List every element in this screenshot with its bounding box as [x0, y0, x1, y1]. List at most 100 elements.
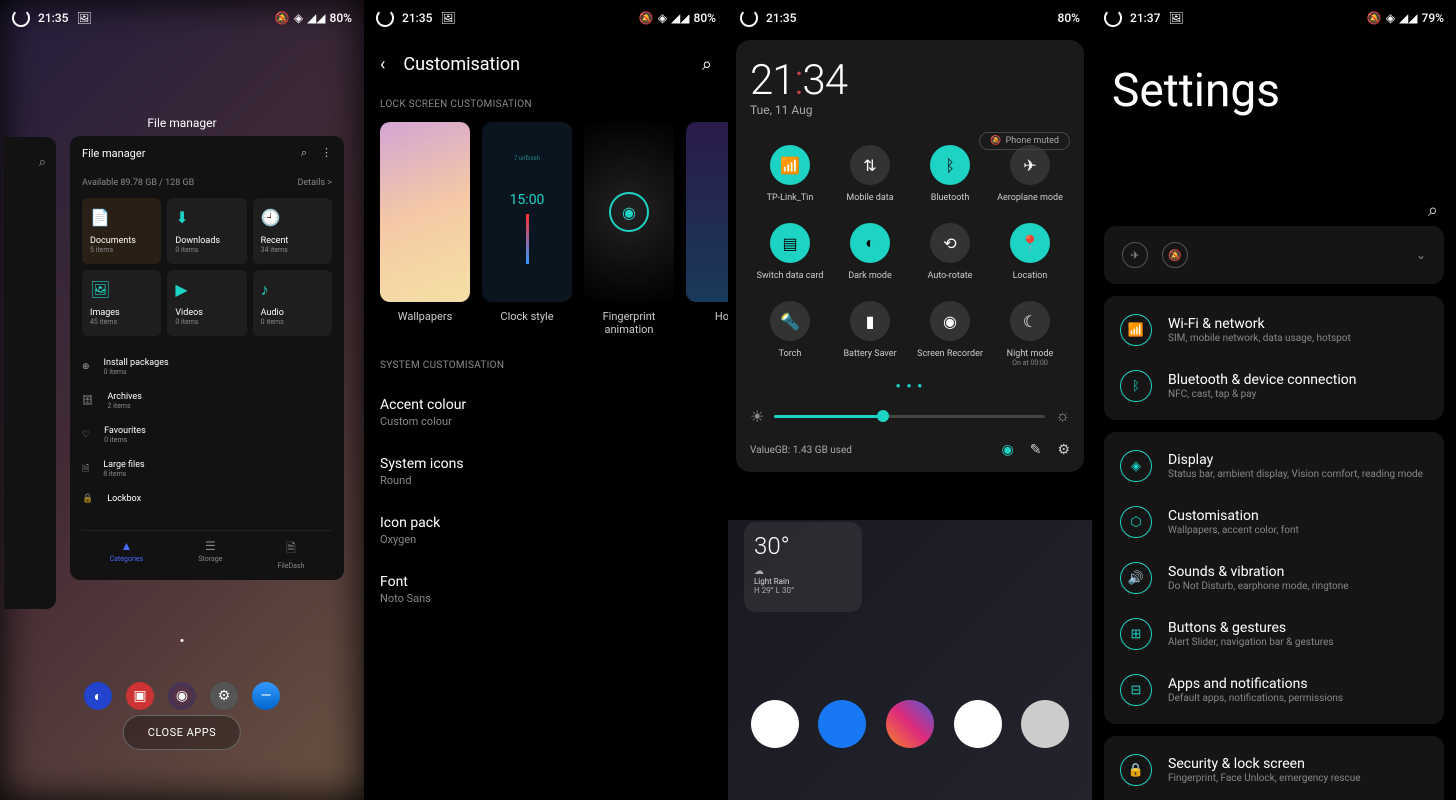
recents-prev-card[interactable]: ⌕	[4, 137, 56, 609]
status-time: 21:35	[402, 11, 432, 25]
facebook-icon[interactable]	[818, 700, 866, 748]
lock-screen-options: Wallpapers7 unfinish15:00Clock style◉Fin…	[364, 122, 728, 336]
loading-spinner-icon	[1104, 9, 1122, 27]
qs-tile-data[interactable]: ⇅Mobile data	[830, 145, 910, 203]
settings-item-buttons-gestures[interactable]: ⊞Buttons & gesturesAlert Slider, navigat…	[1104, 606, 1444, 662]
dock-app[interactable]: ◉	[168, 682, 196, 710]
qs-tile-bt[interactable]: ᛒBluetooth	[910, 145, 990, 203]
brightness-slider[interactable]	[774, 415, 1045, 418]
phone-muted-pill[interactable]: 🔕Phone muted	[979, 132, 1070, 150]
recents-card-file-manager[interactable]: File manager ⌕⋮ Available 89.78 GB / 128…	[70, 136, 344, 580]
back-icon[interactable]: ‹	[380, 54, 385, 75]
home-app-row	[744, 700, 1076, 748]
fm-tab-categories[interactable]: ▲Categories	[110, 539, 144, 570]
settings-item-security-lock-screen[interactable]: 🔒Security & lock screenFingerprint, Face…	[1104, 742, 1444, 798]
close-apps-button[interactable]: CLOSE APPS	[123, 715, 241, 750]
customisation-pane: 21:35🖼 🔕◈◢◢80% ‹ Customisation ⌕ LOCK SC…	[364, 0, 728, 800]
camera-icon[interactable]	[1021, 700, 1069, 748]
qs-date: Tue, 11 Aug	[750, 103, 1070, 117]
fm-tile-documents[interactable]: 📄Documents5 items	[82, 198, 161, 264]
settings-item-wi-fi-network[interactable]: 📶Wi-Fi & networkSIM, mobile network, dat…	[1104, 302, 1444, 358]
fm-tab-storage[interactable]: ☰Storage	[198, 539, 222, 570]
battery-pct: 79%	[1422, 11, 1444, 25]
chrome-icon[interactable]	[751, 700, 799, 748]
weather-widget[interactable]: 30° ☁ Light Rain H 29° L 30°	[744, 522, 862, 612]
fm-tile-videos[interactable]: ▶Videos0 items	[167, 270, 246, 336]
lock-option-clock-style[interactable]: 7 unfinish15:00Clock style	[482, 122, 572, 336]
qs-tile-dark[interactable]: ◐Dark mode	[830, 223, 910, 281]
signal-icon: ◢◢	[671, 11, 689, 25]
settings-item-apps-and-notifications[interactable]: ⊟Apps and notificationsDefault apps, not…	[1104, 662, 1444, 718]
mute-icon: 🔕	[639, 11, 654, 25]
qs-tile-batt[interactable]: ▮Battery Saver	[830, 301, 910, 367]
qs-tile-torch[interactable]: 🔦Torch	[750, 301, 830, 367]
qs-tile-rec[interactable]: ◉Screen Recorder	[910, 301, 990, 367]
fm-tile-audio[interactable]: ♪Audio0 items	[253, 270, 332, 336]
settings-quick-toggles[interactable]: ✈ 🔕 ⌄	[1104, 226, 1444, 284]
fm-list-item[interactable]: ⊕Install packages0 items	[82, 350, 332, 384]
fm-tile-images[interactable]: 🖼Images45 items	[82, 270, 161, 336]
search-icon[interactable]: ⌕	[1428, 200, 1438, 221]
status-time: 21:35	[766, 11, 796, 25]
sys-item-icon-pack[interactable]: Icon packOxygen	[364, 501, 728, 560]
fm-title: File manager	[82, 147, 145, 160]
search-icon[interactable]: ⌕	[301, 146, 307, 160]
user-icon[interactable]: ◉	[1001, 442, 1013, 458]
section-sys-label: SYSTEM CUSTOMISATION	[364, 360, 728, 383]
dock-app[interactable]: ▣	[126, 682, 154, 710]
lock-option-wallpapers[interactable]: Wallpapers	[380, 122, 470, 336]
search-icon[interactable]: ⌕	[702, 54, 712, 75]
settings-title: Settings	[1092, 36, 1456, 136]
sys-item-accent-colour[interactable]: Accent colourCustom colour	[364, 383, 728, 442]
sys-item-system-icons[interactable]: System iconsRound	[364, 442, 728, 501]
lock-option-fingerprint-animation[interactable]: ◉Fingerprint animation	[584, 122, 674, 336]
airplane-icon: ✈	[1122, 242, 1148, 268]
fm-tab-filedash[interactable]: 🗎FileDash	[278, 539, 305, 570]
sys-item-font[interactable]: FontNoto Sans	[364, 560, 728, 619]
settings-group: ◈DisplayStatus bar, ambient display, Vis…	[1104, 432, 1444, 724]
settings-item-sounds-vibration[interactable]: 🔊Sounds & vibrationDo Not Disturb, earph…	[1104, 550, 1444, 606]
qs-tile-night[interactable]: ☾Night modeOn at 00:00	[990, 301, 1070, 367]
fm-list-item[interactable]: 🗄Archives2 items	[82, 384, 332, 418]
brightness-auto-icon[interactable]: ☼	[1055, 406, 1070, 426]
status-time: 21:37	[1130, 11, 1160, 25]
qs-tile-sim[interactable]: ▤Switch data card	[750, 223, 830, 281]
weather-cond: Light Rain	[754, 577, 852, 586]
qs-tile-wifi[interactable]: 📶TP-Link_Tin	[750, 145, 830, 203]
mute-icon: 🔕	[275, 11, 290, 25]
status-bar: 21:37🖼 🔕◈◢◢79%	[1092, 0, 1456, 36]
qs-tile-grid: 📶TP-Link_Tin⇅Mobile dataᛒBluetooth✈Aerop…	[750, 145, 1070, 367]
dock-app[interactable]: ⚙	[210, 682, 238, 710]
fm-list-item[interactable]: 🗎Large files8 items	[82, 452, 332, 486]
fm-tile-downloads[interactable]: ⬇Downloads0 items	[167, 198, 246, 264]
fm-list-item[interactable]: 🔒Lockbox	[82, 486, 332, 512]
edit-icon[interactable]: ✎	[1030, 442, 1042, 458]
battery-pct: 80%	[694, 11, 716, 25]
weather-range: H 29° L 30°	[754, 586, 852, 595]
picture-icon: 🖼	[440, 11, 455, 25]
instagram-icon[interactable]	[886, 700, 934, 748]
loading-spinner-icon	[740, 9, 758, 27]
lock-option-horizo[interactable]: Horizo	[686, 122, 728, 336]
dock-app[interactable]: —	[252, 682, 280, 710]
fm-list-item[interactable]: ♡Favourites0 items	[82, 418, 332, 452]
settings-group: 📶Wi-Fi & networkSIM, mobile network, dat…	[1104, 296, 1444, 420]
fm-tile-recent[interactable]: 🕘Recent34 items	[253, 198, 332, 264]
dock-app[interactable]: ◐	[84, 682, 112, 710]
qs-tile-rotate[interactable]: ⟲Auto-rotate	[910, 223, 990, 281]
page-indicator	[181, 639, 184, 642]
settings-item-customisation[interactable]: ⬡CustomisationWallpapers, accent color, …	[1104, 494, 1444, 550]
fm-details-link[interactable]: Details >	[298, 178, 332, 188]
qs-tile-loc[interactable]: 📍Location	[990, 223, 1070, 281]
more-icon[interactable]: ⋮	[321, 146, 332, 160]
recents-pane: 21:35 🖼 🔕 ◈ ◢◢ 80% ⌕ File manager File m…	[0, 0, 364, 800]
page-title: Customisation	[403, 54, 520, 75]
settings-item-bluetooth-device-connection[interactable]: ᛒBluetooth & device connectionNFC, cast,…	[1104, 358, 1444, 414]
youtube-icon[interactable]	[954, 700, 1002, 748]
qs-tile-plane[interactable]: ✈Aeroplane mode	[990, 145, 1070, 203]
mute-icon: 🔕	[1367, 11, 1382, 25]
settings-gear-icon[interactable]: ⚙	[1057, 442, 1070, 458]
wifi-icon: ◈	[294, 11, 303, 25]
fm-category-grid: 📄Documents5 items⬇Downloads0 items🕘Recen…	[82, 198, 332, 336]
settings-item-display[interactable]: ◈DisplayStatus bar, ambient display, Vis…	[1104, 438, 1444, 494]
